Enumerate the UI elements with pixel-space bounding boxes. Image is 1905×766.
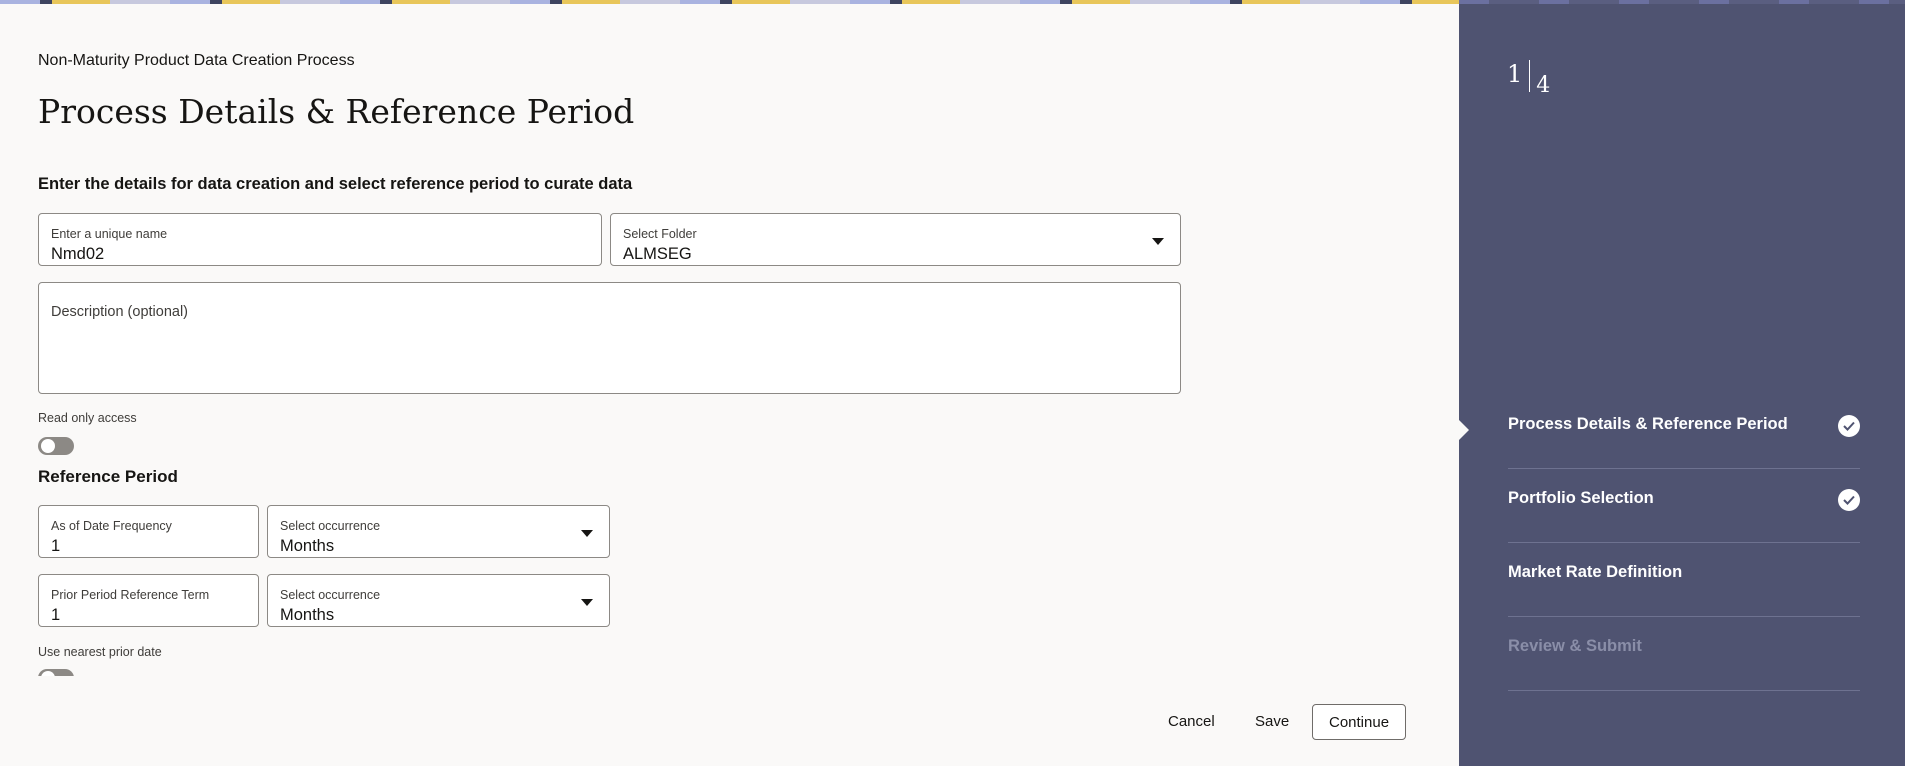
train-step-process-details[interactable]: Process Details & Reference Period <box>1508 395 1860 469</box>
chevron-down-icon[interactable] <box>581 530 593 537</box>
unique-name-field[interactable]: Enter a unique name Nmd02 <box>38 213 602 266</box>
main-panel: Non-Maturity Product Data Creation Proce… <box>0 0 1459 766</box>
toggle-knob <box>41 439 55 453</box>
as-of-date-frequency-label: As of Date Frequency <box>51 519 172 533</box>
toggle-knob <box>41 671 55 676</box>
page-title: Process Details & Reference Period <box>38 92 635 131</box>
process-subtitle: Non-Maturity Product Data Creation Proce… <box>38 52 355 69</box>
checkmark-icon <box>1838 415 1860 437</box>
train-step-portfolio-selection[interactable]: Portfolio Selection <box>1508 469 1860 543</box>
read-only-label: Read only access <box>38 411 137 425</box>
term-occurrence-dropdown[interactable]: Select occurrence Months <box>267 574 610 627</box>
as-of-date-frequency-value[interactable]: 1 <box>51 537 60 556</box>
current-step-pointer <box>1459 420 1469 440</box>
term-occurrence-value[interactable]: Months <box>280 606 334 625</box>
frequency-occurrence-value[interactable]: Months <box>280 537 334 556</box>
unique-name-value[interactable]: Nmd02 <box>51 245 104 264</box>
chevron-down-icon[interactable] <box>1152 238 1164 245</box>
prior-period-term-value[interactable]: 1 <box>51 606 60 625</box>
read-only-toggle[interactable] <box>38 437 74 455</box>
as-of-date-frequency-field[interactable]: As of Date Frequency 1 <box>38 505 259 558</box>
total-steps: 4 <box>1536 73 1551 98</box>
select-folder-value[interactable]: ALMSEG <box>623 245 692 264</box>
use-nearest-prior-toggle[interactable] <box>38 669 74 676</box>
cancel-button[interactable]: Cancel <box>1156 704 1227 740</box>
frequency-occurrence-dropdown[interactable]: Select occurrence Months <box>267 505 610 558</box>
train-step-label: Market Rate Definition <box>1508 563 1683 581</box>
train-step-label: Review & Submit <box>1508 637 1642 655</box>
continue-button[interactable]: Continue <box>1312 704 1406 740</box>
frequency-occurrence-label: Select occurrence <box>280 519 381 533</box>
select-folder-dropdown[interactable]: Select Folder ALMSEG <box>610 213 1181 266</box>
train-step-market-rate-definition[interactable]: Market Rate Definition <box>1508 543 1860 617</box>
checkmark-icon <box>1838 489 1860 511</box>
unique-name-label: Enter a unique name <box>51 227 168 241</box>
chevron-down-icon[interactable] <box>581 599 593 606</box>
instructions-text: Enter the details for data creation and … <box>38 175 633 193</box>
decorative-banner <box>1459 0 1905 4</box>
reference-period-title: Reference Period <box>38 467 178 486</box>
select-folder-label: Select Folder <box>623 227 697 241</box>
use-nearest-prior-label: Use nearest prior date <box>38 645 162 659</box>
prior-period-term-label: Prior Period Reference Term <box>51 588 210 602</box>
current-step: 1 <box>1507 60 1523 88</box>
train-step-label: Portfolio Selection <box>1508 489 1654 507</box>
counter-divider <box>1529 60 1531 92</box>
term-occurrence-label: Select occurrence <box>280 588 381 602</box>
use-nearest-prior-toggle-clip <box>38 669 78 676</box>
description-textarea[interactable]: Description (optional) <box>38 282 1181 394</box>
train-step-label: Process Details & Reference Period <box>1508 415 1788 433</box>
save-button[interactable]: Save <box>1243 704 1301 740</box>
train-sidebar: 14 Process Details & Reference Period Po… <box>1459 0 1905 766</box>
train-step-review-submit: Review & Submit <box>1508 617 1860 691</box>
description-label: Description (optional) <box>51 304 189 320</box>
step-counter: 14 <box>1507 60 1550 98</box>
prior-period-term-field[interactable]: Prior Period Reference Term 1 <box>38 574 259 627</box>
decorative-banner <box>0 0 1459 4</box>
